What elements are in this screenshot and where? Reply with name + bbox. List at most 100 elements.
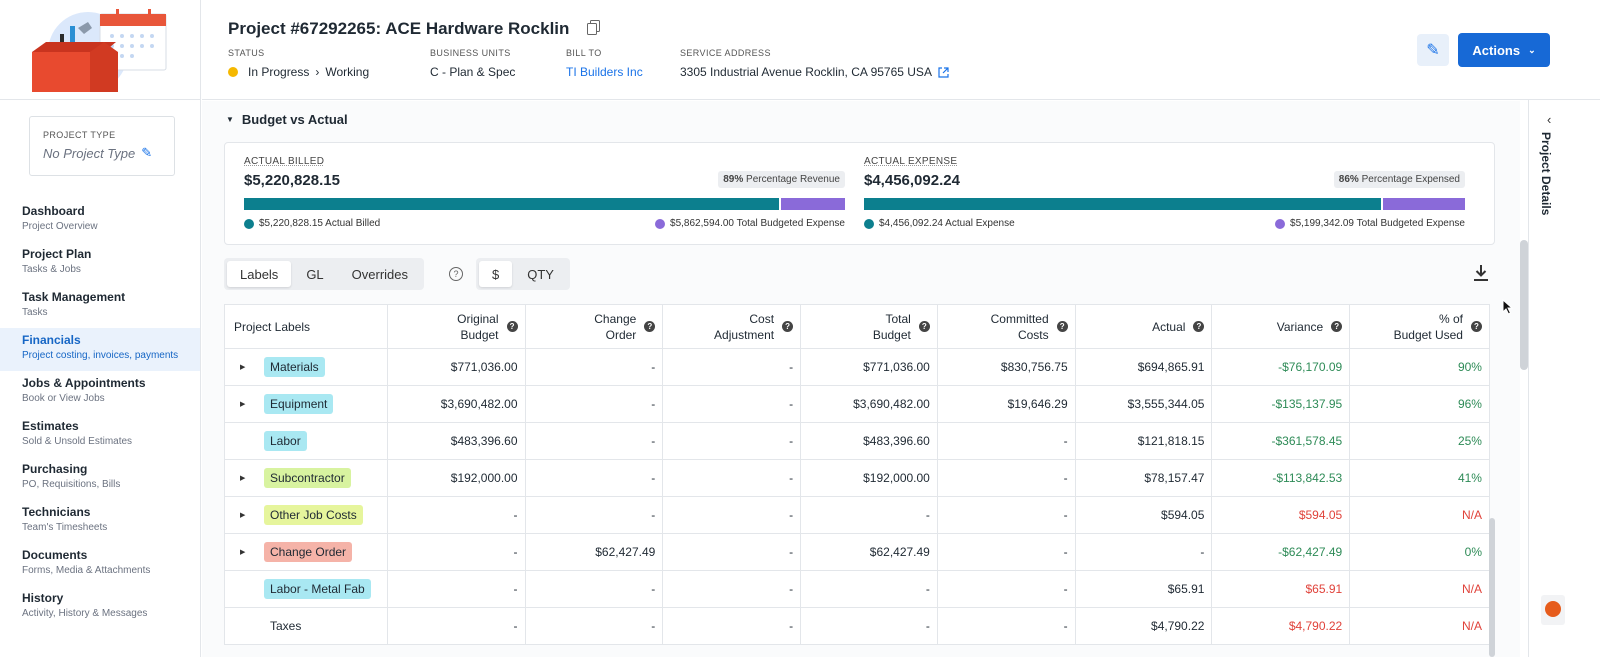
- sidebar-item-subtitle: Sold & Unsold Estimates: [22, 436, 133, 447]
- help-icon[interactable]: ?: [449, 267, 463, 281]
- table-row[interactable]: Labor $483,396.60- - $483,396.60- $121,818.1…: [225, 423, 1489, 460]
- table-cell: -: [938, 460, 1076, 496]
- table-cell: 96%: [1457, 397, 1482, 411]
- download-icon[interactable]: [1473, 264, 1489, 282]
- sidebar-item-title: Project Plan: [22, 247, 92, 261]
- project-type-label: PROJECT TYPE: [43, 130, 116, 140]
- table-cell: -: [388, 534, 526, 570]
- budget-summary-card: ACTUAL BILLED $5,220,828.15 89% Percenta…: [224, 142, 1495, 245]
- sidebar-item-purchasing[interactable]: Purchasing PO, Requisitions, Bills: [0, 457, 200, 500]
- edit-project-button[interactable]: ✎: [1417, 34, 1449, 66]
- table-cell: -: [663, 460, 802, 496]
- tab-overrides[interactable]: Overrides: [339, 261, 421, 287]
- unit-tabs: $ QTY: [476, 258, 570, 290]
- column-header[interactable]: Project Labels: [225, 305, 388, 348]
- copy-icon[interactable]: [587, 20, 601, 36]
- edit-pencil-icon[interactable]: ✎: [141, 145, 152, 161]
- column-header-label: Order: [605, 327, 637, 342]
- column-header[interactable]: Total Budget?: [801, 305, 938, 348]
- table-cell: -: [938, 423, 1076, 459]
- main-content: ▼ Budget vs Actual ACTUAL BILLED $5,220,…: [202, 101, 1520, 657]
- page-scrollbar[interactable]: [1520, 240, 1528, 370]
- budget-vs-actual-toggle[interactable]: ▼ Budget vs Actual: [226, 112, 348, 127]
- bill-to-link[interactable]: TI Builders Inc: [566, 65, 643, 79]
- legend-budgeted-expense: $5,199,342.09 Total Budgeted Expense: [1290, 218, 1465, 229]
- business-units-label: BUSINESS UNITS: [430, 48, 511, 58]
- sidebar-item-technicians[interactable]: Technicians Team's Timesheets: [0, 500, 200, 543]
- column-header[interactable]: Original Budget?: [388, 305, 526, 348]
- sidebar-item-estimates[interactable]: Estimates Sold & Unsold Estimates: [0, 414, 200, 457]
- expand-caret-icon[interactable]: ▶: [240, 363, 254, 371]
- column-header[interactable]: % of Budget Used?: [1350, 305, 1489, 348]
- table-cell: $4,790.22: [1076, 608, 1213, 644]
- expand-caret-icon[interactable]: ▶: [240, 511, 254, 519]
- budget-table: Project Labels Original Budget? Change Ord…: [224, 304, 1490, 645]
- column-header[interactable]: Variance?: [1212, 305, 1351, 348]
- help-icon[interactable]: ?: [1470, 321, 1482, 332]
- table-cell: 0%: [1464, 545, 1482, 559]
- chevron-left-icon[interactable]: ‹: [1547, 112, 1551, 127]
- table-row[interactable]: Taxes - - - - - $4,790.22 $4,790.22 N/A: [225, 608, 1489, 645]
- external-link-icon[interactable]: [938, 66, 949, 78]
- table-row[interactable]: ▶ Subcontractor $192,000.00- - $192,000.00- $…: [225, 460, 1489, 497]
- expand-caret-icon[interactable]: ▶: [240, 400, 254, 408]
- table-cell: 90%: [1457, 360, 1482, 374]
- billed-budget-remainder: [780, 198, 845, 210]
- column-header[interactable]: Cost Adjustment?: [663, 305, 802, 348]
- help-icon[interactable]: ?: [644, 321, 656, 332]
- help-icon[interactable]: ?: [1193, 321, 1205, 332]
- sidebar-item-history[interactable]: History Activity, History & Messages: [0, 586, 200, 629]
- tab-qty[interactable]: QTY: [514, 261, 567, 287]
- tab-dollars[interactable]: $: [479, 261, 513, 287]
- table-cell: -: [526, 571, 664, 607]
- actual-expense-label: ACTUAL EXPENSE: [864, 156, 958, 167]
- expand-caret-icon[interactable]: ▶: [240, 548, 254, 556]
- table-cell: 25%: [1457, 434, 1482, 448]
- table-cell: -: [388, 571, 526, 607]
- column-header[interactable]: Committed Costs?: [938, 305, 1076, 348]
- table-cell: $594.05: [1212, 497, 1351, 533]
- help-icon[interactable]: ?: [782, 321, 794, 332]
- sidebar-item-documents[interactable]: Documents Forms, Media & Attachments: [0, 543, 200, 586]
- table-cell: -: [938, 571, 1076, 607]
- table-scrollbar[interactable]: [1489, 518, 1495, 657]
- table-row[interactable]: Labor - Metal Fab - - - - - $65.91 $65.91 N/A: [225, 571, 1489, 608]
- column-header[interactable]: Change Order?: [526, 305, 664, 348]
- legend-dot-icon: [1275, 218, 1286, 229]
- table-cell: -: [801, 608, 938, 644]
- actions-button[interactable]: Actions ⌄: [1458, 33, 1550, 67]
- table-cell: -$62,427.49: [1212, 534, 1351, 570]
- table-row[interactable]: ▶ Other Job Costs - - - - - $594.05 $594.05 N/A: [225, 497, 1489, 534]
- help-icon[interactable]: ?: [1056, 321, 1068, 332]
- table-cell: -$113,842.53: [1212, 460, 1351, 496]
- table-row[interactable]: ▶ Change Order - $62,427.49- $62,427.49- - -$6…: [225, 534, 1489, 571]
- column-header-label: Variance: [1276, 319, 1324, 334]
- tab-labels[interactable]: Labels: [227, 261, 292, 287]
- table-cell: N/A: [1461, 582, 1482, 596]
- table-row[interactable]: ▶ Materials $771,036.00- - $771,036.00 $830,7…: [225, 349, 1489, 386]
- sidebar-item-financials[interactable]: Financials Project costing, invoices, pay…: [0, 328, 200, 371]
- table-row[interactable]: ▶ Equipment $3,690,482.00- - $3,690,482.00 $1…: [225, 386, 1489, 423]
- percentage-expensed-badge: 86% Percentage Expensed: [1333, 171, 1465, 188]
- table-cell: -: [526, 349, 664, 385]
- table-cell: $3,690,482.00: [388, 386, 526, 422]
- column-header[interactable]: Actual?: [1076, 305, 1213, 348]
- project-label-tag: Labor - Metal Fab: [264, 579, 371, 599]
- help-icon[interactable]: ?: [918, 321, 930, 332]
- actual-expense-panel: ACTUAL EXPENSE $4,456,092.24 86% Percent…: [864, 156, 1465, 229]
- tab-gl[interactable]: GL: [293, 261, 336, 287]
- sidebar-item-project-plan[interactable]: Project Plan Tasks & Jobs: [0, 242, 200, 285]
- sidebar-item-subtitle: Tasks: [22, 307, 48, 318]
- help-icon[interactable]: ?: [1331, 321, 1343, 332]
- sidebar-item-jobs-appointments[interactable]: Jobs & Appointments Book or View Jobs: [0, 371, 200, 414]
- notification-widget[interactable]: [1541, 595, 1565, 625]
- project-label-cell: Taxes: [225, 608, 388, 644]
- sidebar-item-subtitle: PO, Requisitions, Bills: [22, 479, 121, 490]
- project-details-rail[interactable]: ‹ Project Details: [1528, 100, 1600, 657]
- table-cell: -: [388, 608, 526, 644]
- help-icon[interactable]: ?: [506, 321, 518, 332]
- sidebar-item-task-management[interactable]: Task Management Tasks: [0, 285, 200, 328]
- expand-caret-icon[interactable]: ▶: [240, 474, 254, 482]
- sidebar-item-dashboard[interactable]: Dashboard Project Overview: [0, 199, 200, 242]
- table-cell: $594.05: [1076, 497, 1213, 533]
